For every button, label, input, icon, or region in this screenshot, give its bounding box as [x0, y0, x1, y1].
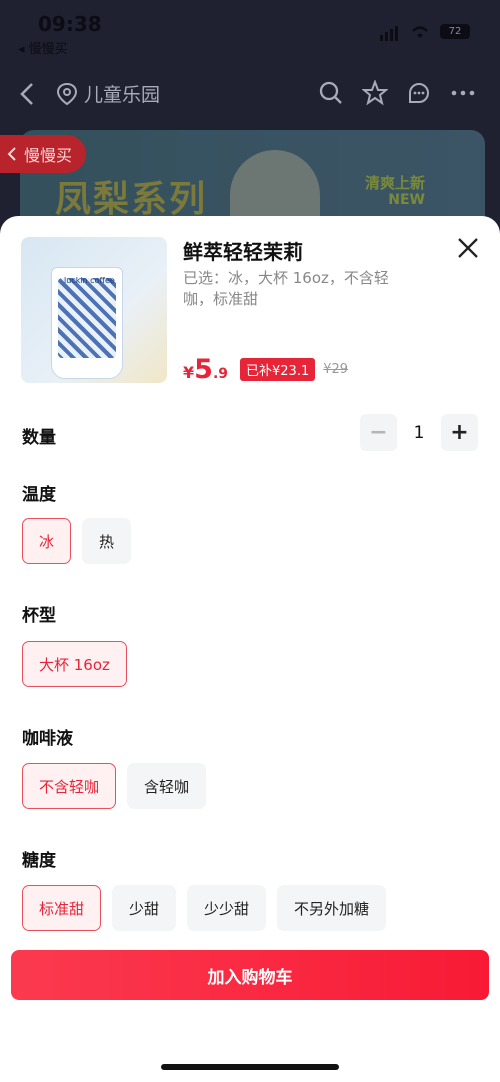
option-less-sweet[interactable]: 少甜: [112, 885, 177, 931]
banner-title: 凤梨系列: [55, 179, 208, 220]
status-icons: 72: [380, 22, 470, 41]
option-with-light-coffee[interactable]: 含轻咖: [127, 763, 207, 809]
cup-size-options: 大杯 16oz: [22, 641, 127, 687]
star-icon[interactable]: [362, 80, 388, 106]
product-image: luckin coffee: [21, 237, 167, 383]
close-icon[interactable]: [454, 234, 482, 262]
price-decimal: .9: [212, 366, 228, 382]
banner-new-label: 清爽上新: [364, 174, 425, 192]
home-indicator: [161, 1064, 339, 1070]
quantity-label: 数量: [22, 428, 56, 448]
increase-button[interactable]: +: [441, 414, 478, 451]
wifi-icon: [412, 25, 428, 38]
location-name: 儿童乐园: [84, 84, 161, 106]
option-hot[interactable]: 热: [82, 518, 132, 564]
cup-illustration: luckin coffee: [51, 267, 123, 379]
option-no-added-sugar[interactable]: 不另外加糖: [277, 885, 387, 931]
quantity-value: 1: [413, 422, 425, 443]
location-pin-icon: [56, 82, 78, 105]
status-bar: 09:38 ◂ 慢慢买 72: [0, 0, 500, 57]
product-options-sheet: luckin coffee 鲜萃轻轻茉莉 已选：冰，大杯 16oz，不含轻咖，标…: [0, 216, 500, 1082]
original-price: ¥29: [323, 362, 349, 377]
slow-buy-badge[interactable]: 慢慢买: [0, 135, 87, 173]
option-standard-sweet[interactable]: 标准甜: [22, 885, 102, 931]
banner-new-en-label: NEW: [388, 192, 425, 208]
nav-actions: [318, 80, 476, 106]
selected-summary: 已选：冰，大杯 16oz，不含轻咖，标准甜: [183, 269, 389, 308]
back-to-app-link[interactable]: ◂ 慢慢买: [18, 38, 68, 57]
chevron-left-icon: [7, 147, 16, 161]
search-icon[interactable]: [318, 80, 344, 106]
temperature-label: 温度: [22, 485, 56, 505]
sweetness-options: 标准甜 少甜 少少甜 不另外加糖: [22, 885, 387, 931]
temperature-options: 冰 热: [22, 518, 132, 564]
product-name: 鲜萃轻轻茉莉: [183, 240, 303, 264]
quantity-stepper: − 1 +: [360, 414, 478, 451]
signal-icon: [380, 22, 400, 41]
cup-size-label: 杯型: [22, 606, 56, 626]
back-arrow-icon[interactable]: [14, 80, 42, 108]
price-row: ¥ 5 .9 已补¥23.1 ¥29: [183, 354, 348, 385]
price-currency: ¥: [183, 363, 195, 382]
slow-buy-label: 慢慢买: [24, 146, 73, 165]
status-time: 09:38: [38, 12, 102, 36]
add-to-cart-button[interactable]: 加入购物车: [11, 950, 489, 1000]
top-nav: 儿童乐园: [0, 72, 500, 122]
option-large-16oz[interactable]: 大杯 16oz: [22, 641, 127, 687]
option-ice[interactable]: 冰: [22, 518, 72, 564]
coffee-liquid-options: 不含轻咖 含轻咖: [22, 763, 207, 809]
decrease-button[interactable]: −: [360, 414, 397, 451]
subsidy-badge: 已补¥23.1: [240, 358, 316, 381]
option-no-light-coffee[interactable]: 不含轻咖: [22, 763, 117, 809]
store-location[interactable]: 儿童乐园: [56, 80, 160, 107]
option-much-less-sweet[interactable]: 少少甜: [187, 885, 267, 931]
sweetness-label: 糖度: [22, 851, 56, 871]
coffee-liquid-label: 咖啡液: [22, 729, 73, 749]
more-icon[interactable]: [450, 80, 476, 106]
chat-service-icon[interactable]: [406, 80, 432, 106]
price-integer: 5: [194, 354, 213, 385]
cup-pattern: [58, 278, 116, 358]
luckin-logo: luckin coffee: [64, 276, 115, 285]
battery-icon: 72: [440, 24, 470, 39]
